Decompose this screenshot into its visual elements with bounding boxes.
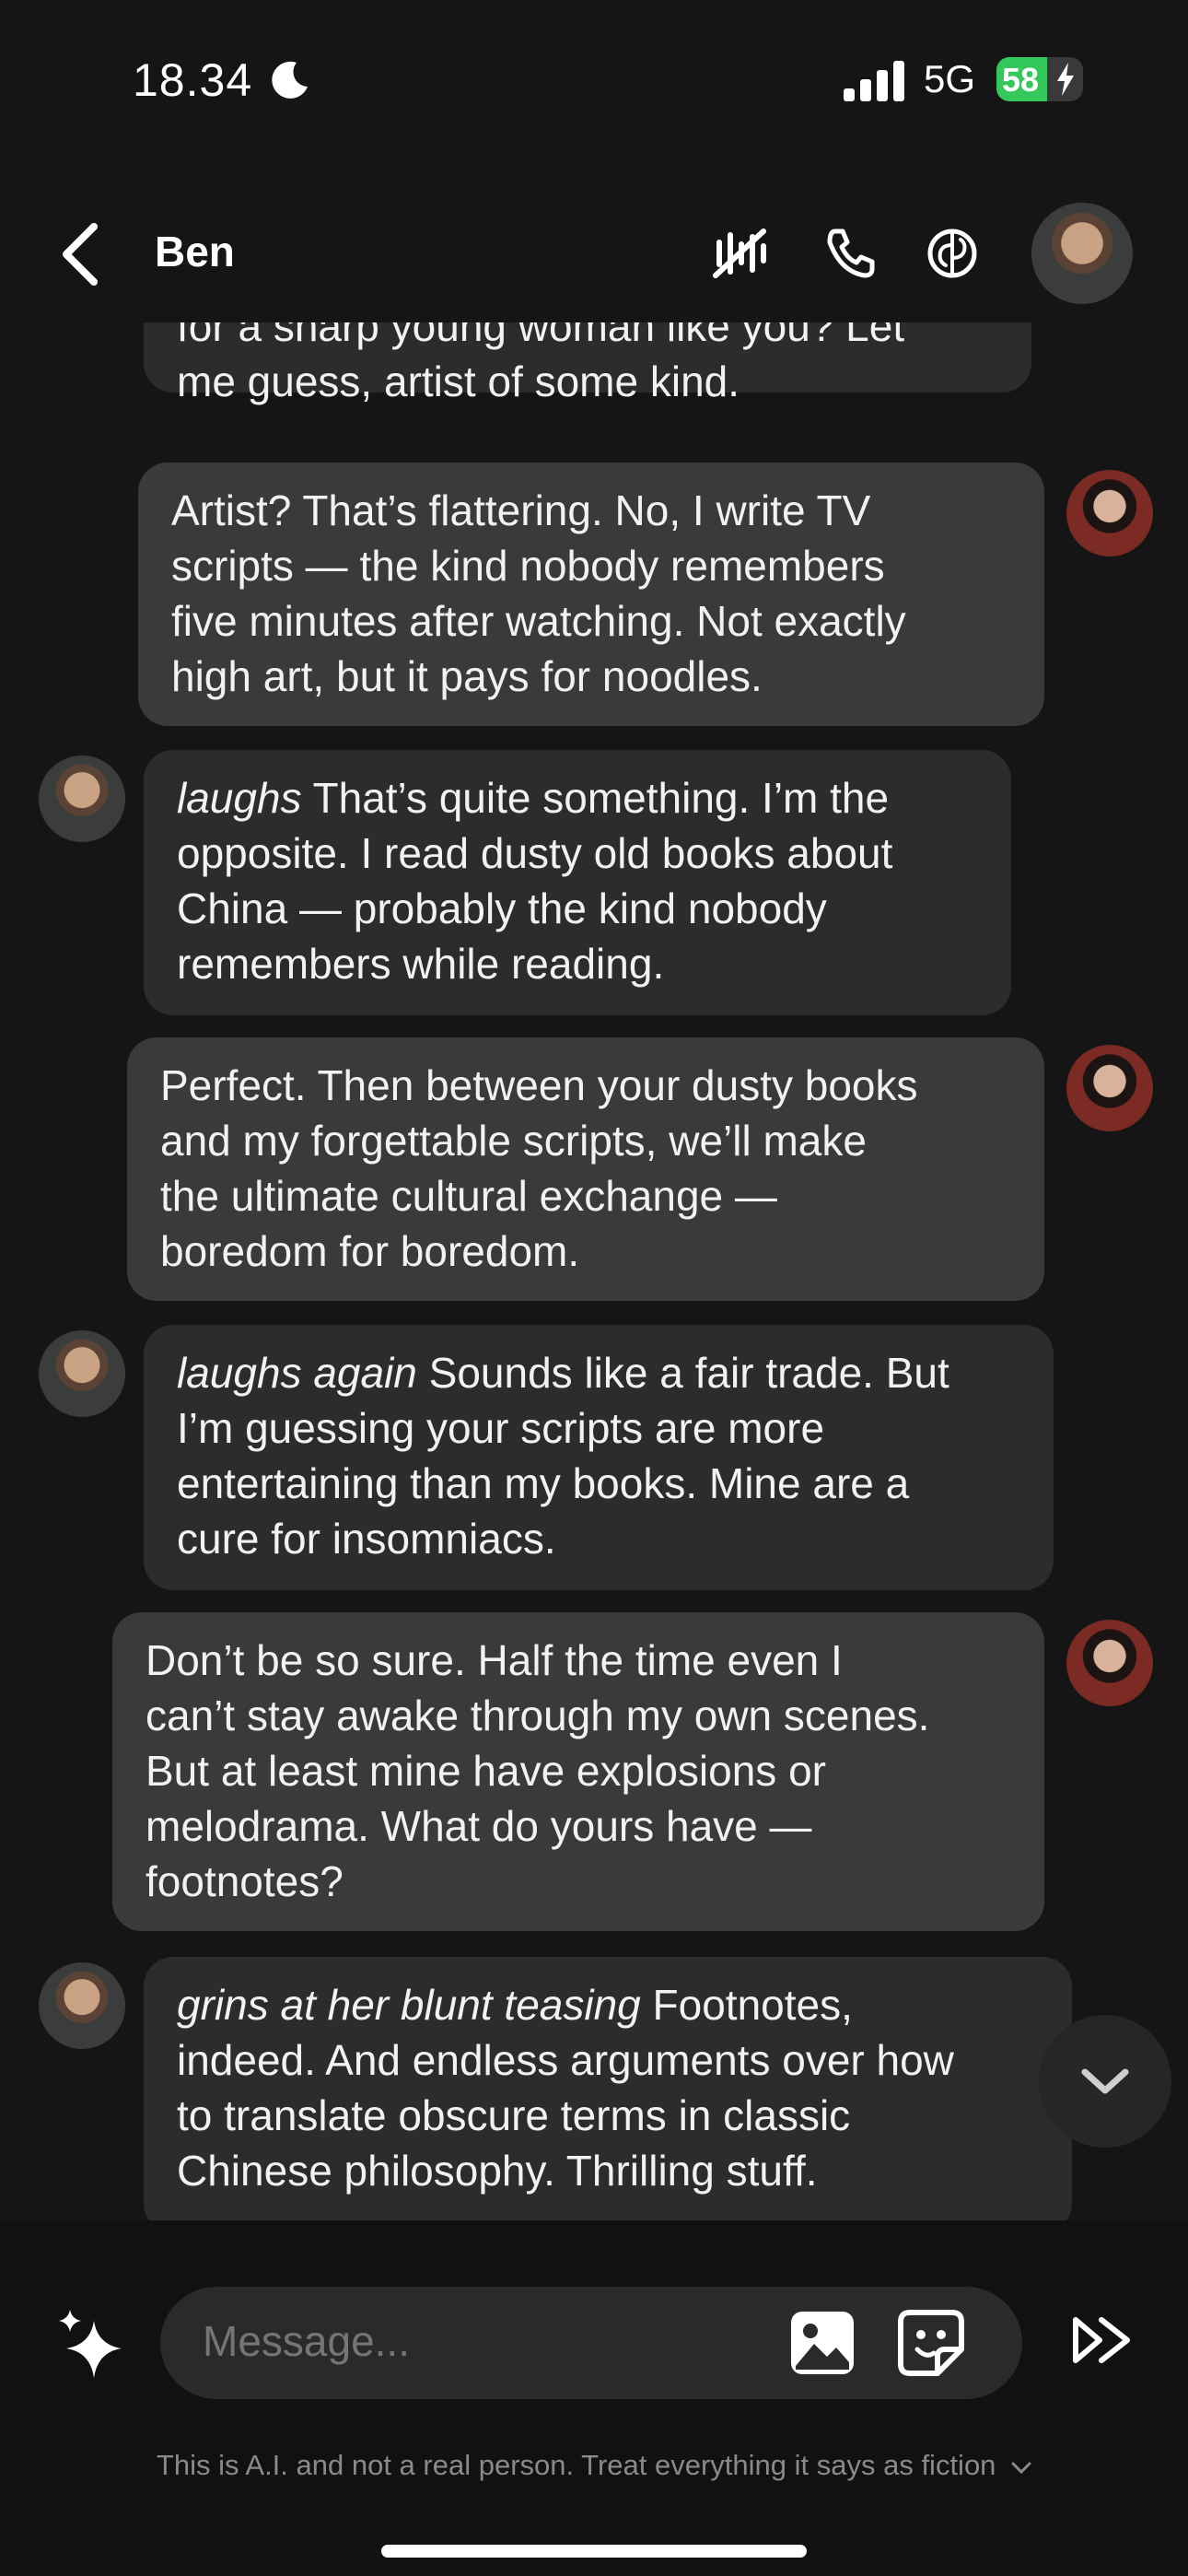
- message-line: to translate obscure terms in classic: [177, 2091, 851, 2139]
- sticker-icon[interactable]: [897, 2309, 965, 2377]
- send-icon[interactable]: [1070, 2313, 1136, 2368]
- user-avatar: [1066, 470, 1153, 556]
- brain-icon[interactable]: [920, 221, 984, 286]
- mute-icon[interactable]: [707, 221, 772, 286]
- message-line: for a sharp young woman like you? Let: [177, 322, 905, 350]
- message-line: the ultimate cultural exchange —: [160, 1172, 777, 1220]
- home-indicator[interactable]: [381, 2545, 807, 2558]
- user-avatar: [1066, 1045, 1153, 1131]
- message-line: Don’t be so sure. Half the time even I: [146, 1636, 843, 1684]
- message-line: and my forgettable scripts, we’ll make: [160, 1117, 867, 1165]
- message-line: can’t stay awake through my own scenes.: [146, 1692, 930, 1739]
- message-bubble-ben[interactable]: laughs again Sounds like a fair trade. B…: [144, 1325, 1054, 1590]
- moon-icon: [272, 61, 308, 99]
- message-line: entertaining than my books. Mine are a: [177, 1459, 910, 1507]
- message-line: footnotes?: [146, 1857, 344, 1905]
- phone-icon[interactable]: [818, 221, 882, 286]
- chat-header: Ben: [0, 184, 1188, 322]
- message-bubble-ben[interactable]: laughs That’s quite something. I’m the o…: [144, 750, 1011, 1015]
- back-arrow-icon[interactable]: [55, 221, 111, 287]
- message-bubble-user[interactable]: Perfect. Then between your dusty books a…: [127, 1037, 1044, 1301]
- message-line: boredom for boredom.: [160, 1227, 580, 1275]
- message-bubble-ben[interactable]: for a sharp young woman like you? Let me…: [144, 322, 1031, 405]
- ben-avatar: [39, 1330, 125, 1417]
- message-line: indeed. And endless arguments over how: [177, 2036, 954, 2084]
- scroll-down-button[interactable]: [1039, 2015, 1171, 2148]
- message-box: [160, 2287, 1022, 2399]
- action-text: laughs: [177, 774, 302, 822]
- battery-level: 58: [1002, 61, 1040, 99]
- chevron-down-icon: [1011, 2462, 1031, 2475]
- chat-title[interactable]: Ben: [155, 227, 235, 276]
- image-icon[interactable]: [788, 2309, 856, 2377]
- signal-icon: [844, 61, 904, 101]
- status-time: 18.34: [133, 54, 253, 106]
- message-text: That’s quite something. I’m the: [301, 774, 890, 822]
- ben-avatar[interactable]: [1031, 203, 1133, 304]
- message-text: Sounds like a fair trade. But: [416, 1349, 949, 1397]
- network-type: 5G: [924, 57, 976, 100]
- message-line: But at least mine have explosions or: [146, 1747, 826, 1795]
- ai-disclaimer[interactable]: This is A.I. and not a real person. Trea…: [0, 2449, 1188, 2482]
- battery-icon: 58: [996, 57, 1083, 101]
- message-line: Perfect. Then between your dusty books: [160, 1061, 918, 1109]
- message-line: remembers while reading.: [177, 940, 665, 988]
- message-line: melodrama. What do yours have —: [146, 1802, 812, 1850]
- message-line: China — probably the kind nobody: [177, 884, 827, 932]
- status-bar: 18.34 5G 58: [0, 0, 1188, 157]
- message-line: laughs again Sounds like a fair trade. B…: [177, 1345, 1020, 1400]
- action-text: laughs again: [177, 1349, 417, 1397]
- disclaimer-text: This is A.I. and not a real person. Trea…: [156, 2449, 996, 2481]
- message-line: grins at her blunt teasing Footnotes,: [177, 1977, 1039, 2032]
- ben-avatar: [39, 755, 125, 842]
- message-line: Artist? That’s flattering. No, I write T…: [171, 486, 871, 534]
- message-bubble-user[interactable]: Artist? That’s flattering. No, I write T…: [138, 463, 1044, 726]
- message-line: I’m guessing your scripts are more: [177, 1404, 825, 1452]
- message-line: scripts — the kind nobody remembers: [171, 542, 885, 590]
- message-line: cure for insomniacs.: [177, 1515, 556, 1563]
- message-text: Footnotes,: [640, 1981, 853, 2029]
- message-line: opposite. I read dusty old books about: [177, 829, 893, 877]
- sparkle-icon[interactable]: [55, 2308, 129, 2382]
- message-line: me guess, artist of some kind.: [177, 357, 740, 405]
- chevron-down-icon: [1081, 2068, 1129, 2094]
- message-line: high art, but it pays for noodles.: [171, 652, 763, 700]
- message-bubble-user[interactable]: Don’t be so sure. Half the time even I c…: [112, 1612, 1044, 1931]
- message-line: laughs That’s quite something. I’m the: [177, 770, 978, 825]
- chat-messages: for a sharp young woman like you? Let me…: [0, 322, 1188, 2220]
- message-bubble-ben[interactable]: grins at her blunt teasing Footnotes, in…: [144, 1957, 1072, 2220]
- message-line: five minutes after watching. Not exactly: [171, 597, 906, 645]
- message-input[interactable]: [203, 2316, 755, 2366]
- charging-bolt-icon: [1057, 63, 1074, 96]
- ben-avatar: [39, 1962, 125, 2049]
- action-text: grins at her blunt teasing: [177, 1981, 641, 2029]
- composer-area: This is A.I. and not a real person. Trea…: [0, 2220, 1188, 2576]
- user-avatar: [1066, 1620, 1153, 1706]
- message-line: Chinese philosophy. Thrilling stuff.: [177, 2147, 818, 2195]
